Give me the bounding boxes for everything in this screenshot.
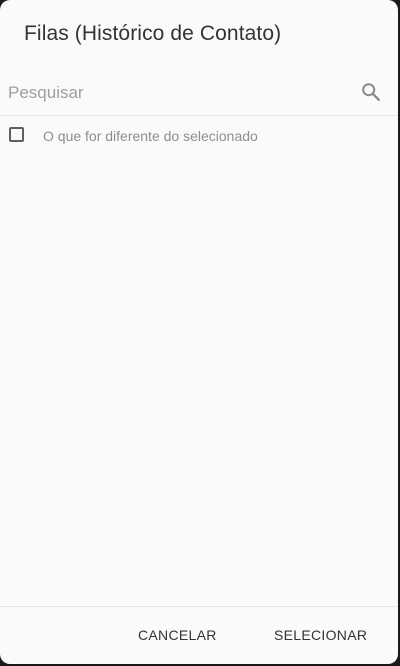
invert-selection-option[interactable]: O que for diferente do selecionado (0, 120, 398, 154)
select-button[interactable]: SELECIONAR (270, 625, 371, 645)
invert-selection-checkbox[interactable] (9, 127, 24, 142)
cancel-button[interactable]: CANCELAR (134, 625, 221, 645)
search-icon[interactable] (360, 81, 382, 103)
filter-dialog: Filas (Histórico de Contato) O que for d… (0, 0, 398, 664)
dialog-title: Filas (Histórico de Contato) (24, 22, 282, 45)
search-input[interactable] (8, 80, 348, 106)
invert-selection-label: O que for diferente do selecionado (43, 128, 258, 144)
search-bar (0, 70, 398, 116)
dialog-actions: CANCELAR SELECIONAR (0, 606, 398, 664)
